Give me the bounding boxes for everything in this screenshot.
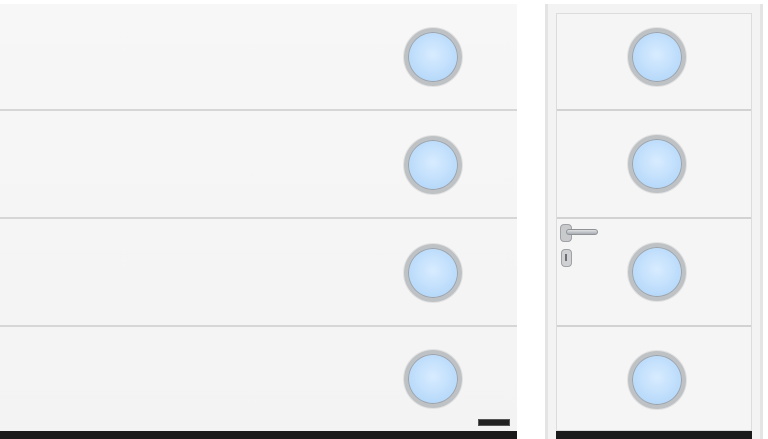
door-panel-groove (557, 325, 751, 327)
porthole-window (628, 28, 686, 86)
door-panel-groove (557, 109, 751, 111)
porthole-window (628, 351, 686, 409)
side-door-leaf[interactable] (556, 13, 752, 431)
keyhole-icon (561, 249, 572, 267)
door-panel-groove (557, 217, 751, 219)
porthole-window (628, 135, 686, 193)
manufacturer-badge (478, 419, 510, 426)
porthole-window (404, 28, 462, 86)
porthole-window (404, 350, 462, 408)
porthole-window (628, 243, 686, 301)
door-bottom-seal (556, 431, 752, 439)
porthole-window (404, 244, 462, 302)
porthole-window (404, 136, 462, 194)
door-handle[interactable] (566, 229, 598, 235)
bottom-seal (0, 431, 517, 439)
sectional-garage-door (0, 4, 517, 439)
